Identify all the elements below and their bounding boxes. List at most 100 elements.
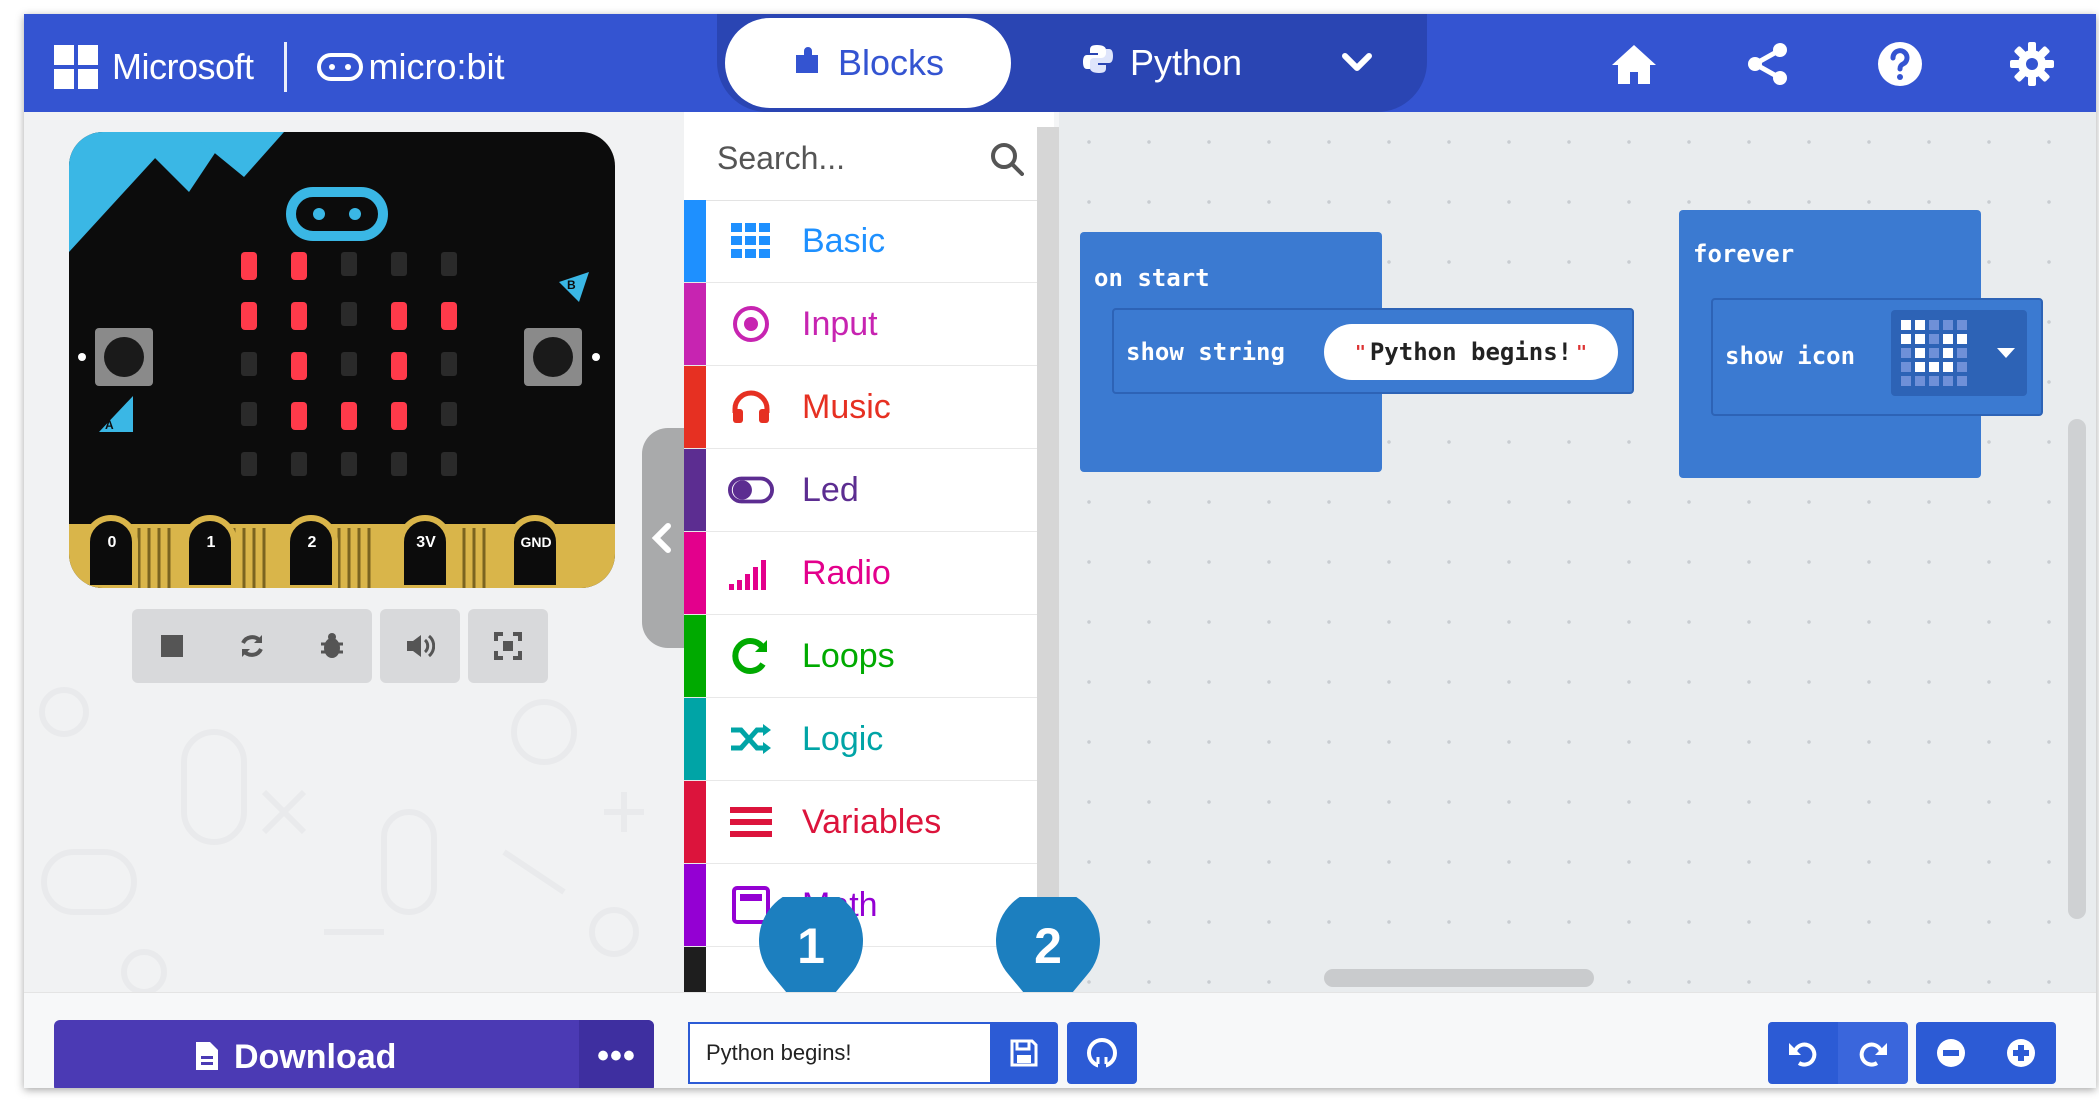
sim-main-controls: [132, 609, 372, 683]
sim-mute-group: [380, 609, 460, 683]
toolbox-extra-stripe: [684, 947, 706, 992]
download-button[interactable]: Download •••: [54, 1020, 654, 1088]
download-label: Download: [234, 1038, 397, 1076]
toolbox-category-input[interactable]: Input: [684, 283, 1040, 366]
category-label-logic: Logic: [802, 720, 884, 758]
microbit-logo-icon: [316, 53, 363, 81]
show-string-value: Python begins!: [1369, 338, 1573, 366]
microbit-brand-text: micro:bit: [368, 46, 505, 87]
show-string-block[interactable]: show string " Python begins! ": [1112, 308, 1634, 394]
button-b[interactable]: [524, 328, 600, 386]
redo-icon: [1859, 1042, 1887, 1067]
undo-icon: [1789, 1042, 1817, 1067]
save-icon: [1010, 1039, 1038, 1067]
button-a[interactable]: [78, 328, 153, 386]
zoom-in-icon: [2007, 1039, 2035, 1067]
category-label-music: Music: [802, 388, 891, 426]
help-button[interactable]: [1872, 36, 1928, 92]
home-button[interactable]: [1606, 36, 1662, 92]
category-label-input: Input: [802, 305, 878, 343]
toolbox-category-loops[interactable]: Loops: [684, 615, 1040, 698]
on-start-label: on start: [1094, 264, 1210, 292]
project-name-input[interactable]: [704, 1024, 988, 1082]
search-input[interactable]: Search...: [717, 140, 845, 177]
callout-number-2: 2: [1034, 918, 1062, 974]
download-more-button[interactable]: •••: [579, 1020, 654, 1088]
blocks-workspace[interactable]: on start show string " Python begins! " …: [759, 112, 2096, 1022]
header-bar: Microsoft micro:bit Blocks Python: [24, 14, 2096, 112]
download-file-icon: [196, 1042, 218, 1070]
category-label-led: Led: [802, 471, 859, 509]
undo-button[interactable]: [1768, 1022, 1838, 1084]
fullscreen-button[interactable]: [468, 609, 548, 683]
workspace-vertical-scrollbar[interactable]: [2068, 419, 2086, 919]
stop-button[interactable]: [132, 609, 212, 683]
category-stripe: [684, 698, 706, 780]
category-stripe: [684, 781, 706, 863]
loop-icon: [728, 633, 774, 679]
pin-3v-label[interactable]: 3V: [401, 534, 451, 552]
toolbox-category-led[interactable]: Led: [684, 449, 1040, 532]
category-stripe: [684, 200, 706, 282]
redo-button[interactable]: [1838, 1022, 1908, 1084]
restart-button[interactable]: [212, 609, 292, 683]
quote-close-icon: ": [1576, 341, 1587, 363]
help-icon: [1878, 42, 1922, 86]
toggle-icon: [728, 467, 774, 513]
icon-picker-dropdown[interactable]: [1891, 310, 2027, 396]
toolbox-category-radio[interactable]: Radio: [684, 532, 1040, 615]
debug-button[interactable]: [292, 609, 372, 683]
simulator-controls: [132, 609, 548, 683]
quote-open-icon: ": [1355, 341, 1366, 363]
shuffle-icon: [728, 716, 774, 762]
editor-mode-switch: Blocks Python: [717, 14, 1427, 112]
toolbox: Search... Basic Input Music Led Radio Lo…: [684, 112, 1054, 992]
zoom-out-icon: [1937, 1039, 1965, 1067]
zoom-in-button[interactable]: [1986, 1022, 2056, 1084]
settings-icon: [2010, 42, 2054, 86]
project-name-field[interactable]: [688, 1022, 992, 1084]
search-icon[interactable]: [990, 142, 1024, 176]
settings-button[interactable]: [2004, 36, 2060, 92]
button-b-label: B: [567, 278, 576, 292]
workspace-horizontal-scrollbar[interactable]: [1324, 969, 1594, 987]
led-icon-preview: [1901, 320, 1967, 386]
pin-2-label[interactable]: 2: [287, 534, 337, 552]
toolbox-scrollbar[interactable]: [1037, 127, 1059, 987]
toolbox-category-music[interactable]: Music: [684, 366, 1040, 449]
pin-1-label[interactable]: 1: [186, 534, 236, 552]
target-icon: [728, 301, 774, 347]
pin-0-label[interactable]: 0: [87, 534, 137, 552]
chevron-down-icon[interactable]: [1337, 42, 1377, 82]
zoom-out-button[interactable]: [1916, 1022, 1986, 1084]
mute-icon: [407, 634, 435, 658]
category-label-variables: Variables: [802, 803, 942, 841]
tab-python[interactable]: Python: [1047, 18, 1277, 108]
github-icon: [1087, 1038, 1117, 1070]
toolbox-category-variables[interactable]: Variables: [684, 781, 1040, 864]
stop-icon: [161, 635, 183, 657]
category-stripe: [684, 615, 706, 697]
toolbox-search[interactable]: Search...: [684, 112, 1040, 201]
tab-blocks[interactable]: Blocks: [725, 18, 1011, 108]
microsoft-brand-text: Microsoft: [112, 46, 254, 87]
mute-button[interactable]: [380, 609, 460, 683]
toolbox-category-logic[interactable]: Logic: [684, 698, 1040, 781]
show-string-value-field[interactable]: " Python begins! ": [1324, 324, 1618, 380]
button-a-label: A: [105, 418, 114, 432]
lines-icon: [728, 799, 774, 845]
brand: Microsoft micro:bit: [54, 42, 505, 92]
tab-python-label: Python: [1129, 42, 1243, 83]
pin-gnd-label[interactable]: GND: [511, 534, 561, 550]
microbit-board: 0 1 2 3V GND A B: [69, 132, 615, 588]
microsoft-logo-icon: [54, 45, 98, 89]
python-icon: [1082, 43, 1114, 83]
save-button[interactable]: [990, 1022, 1058, 1084]
github-button[interactable]: [1067, 1022, 1137, 1084]
callout-number-1: 1: [797, 918, 825, 974]
toolbox-category-basic[interactable]: Basic: [684, 200, 1040, 283]
share-button[interactable]: [1740, 36, 1796, 92]
grid-icon: [728, 218, 774, 264]
category-stripe: [684, 449, 706, 531]
show-icon-block[interactable]: show icon: [1711, 298, 2043, 416]
